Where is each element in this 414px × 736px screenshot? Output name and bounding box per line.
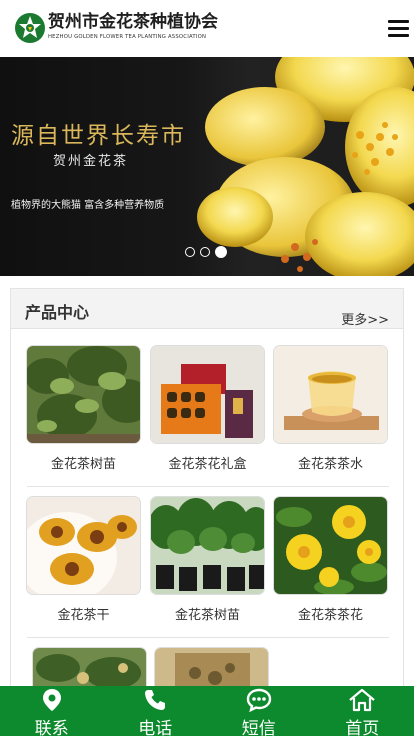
site-title-cn: 贺州市金花茶种植协会 [48,12,218,32]
home-icon [349,688,375,712]
hamburger-icon [388,20,409,23]
hamburger-line [388,27,409,30]
product-image[interactable] [150,345,265,444]
product-name: 金花茶树苗 [174,608,240,623]
product-name: 金花茶茶花 [297,608,363,623]
section-header: 产品中心 更多>> [11,289,403,329]
product-center-section: 产品中心 更多>> 金花茶树苗 金花茶花礼盒 金花茶茶水 金花茶干 金花茶树苗 … [10,288,404,736]
product-card[interactable]: 金花茶树苗 [150,496,265,623]
product-name: 金花茶干 [57,608,110,623]
nav-phone-label: 电话 [138,719,173,736]
carousel-dot[interactable] [200,247,210,257]
banner-tagline: 植物界的大熊猫 富含多种营养物质 [11,200,165,211]
carousel-dot[interactable] [185,247,195,257]
product-name: 金花茶茶水 [297,457,363,472]
product-card[interactable]: 金花茶花礼盒 [150,345,265,472]
row-divider [27,637,389,638]
product-image[interactable] [273,345,388,444]
product-image[interactable] [273,496,388,595]
nav-phone[interactable]: 电话 [104,686,208,736]
product-image[interactable] [26,345,141,444]
hamburger-line [388,34,409,37]
nav-contact-label: 联系 [34,719,69,736]
association-logo-icon[interactable] [14,12,46,44]
product-card[interactable]: 金花茶干 [26,496,141,623]
product-card[interactable]: 金花茶茶水 [273,345,388,472]
chat-bubble-icon [246,688,271,712]
hero-banner[interactable]: 源自世界长寿市 贺州金花茶 植物界的大熊猫 富含多种营养物质 [0,57,414,276]
banner-subtitle: 贺州金花茶 [53,154,129,169]
more-link[interactable]: 更多>> [341,309,389,328]
nav-sms-label: 短信 [241,719,276,736]
nav-sms[interactable]: 短信 [207,686,311,736]
site-title-en: HEZHOU GOLDEN FLOWER TEA PLANTING ASSOCI… [48,34,207,40]
carousel-indicators [185,246,227,258]
product-card[interactable]: 金花茶树苗 [26,345,141,472]
location-pin-icon [42,689,61,711]
banner-headline: 源自世界长寿市 [11,123,186,149]
hamburger-menu-button[interactable] [388,20,409,37]
site-header: 贺州市金花茶种植协会 HEZHOU GOLDEN FLOWER TEA PLAN… [0,0,414,57]
product-name: 金花茶花礼盒 [168,457,247,472]
camellia-flower-image [197,57,414,276]
row-divider [27,486,389,487]
nav-contact[interactable]: 联系 [0,686,104,736]
bottom-navigation: 联系 电话 短信 首页 [0,686,414,736]
nav-home[interactable]: 首页 [311,686,414,736]
section-title: 产品中心 [25,303,90,322]
carousel-dot-active[interactable] [215,246,227,258]
nav-home-label: 首页 [345,719,380,736]
product-image[interactable] [150,496,265,595]
product-name: 金花茶树苗 [50,457,116,472]
product-card[interactable]: 金花茶茶花 [273,496,388,623]
site-title[interactable]: 贺州市金花茶种植协会 HEZHOU GOLDEN FLOWER TEA PLAN… [48,12,218,41]
product-image[interactable] [26,496,141,595]
phone-icon [145,690,166,710]
